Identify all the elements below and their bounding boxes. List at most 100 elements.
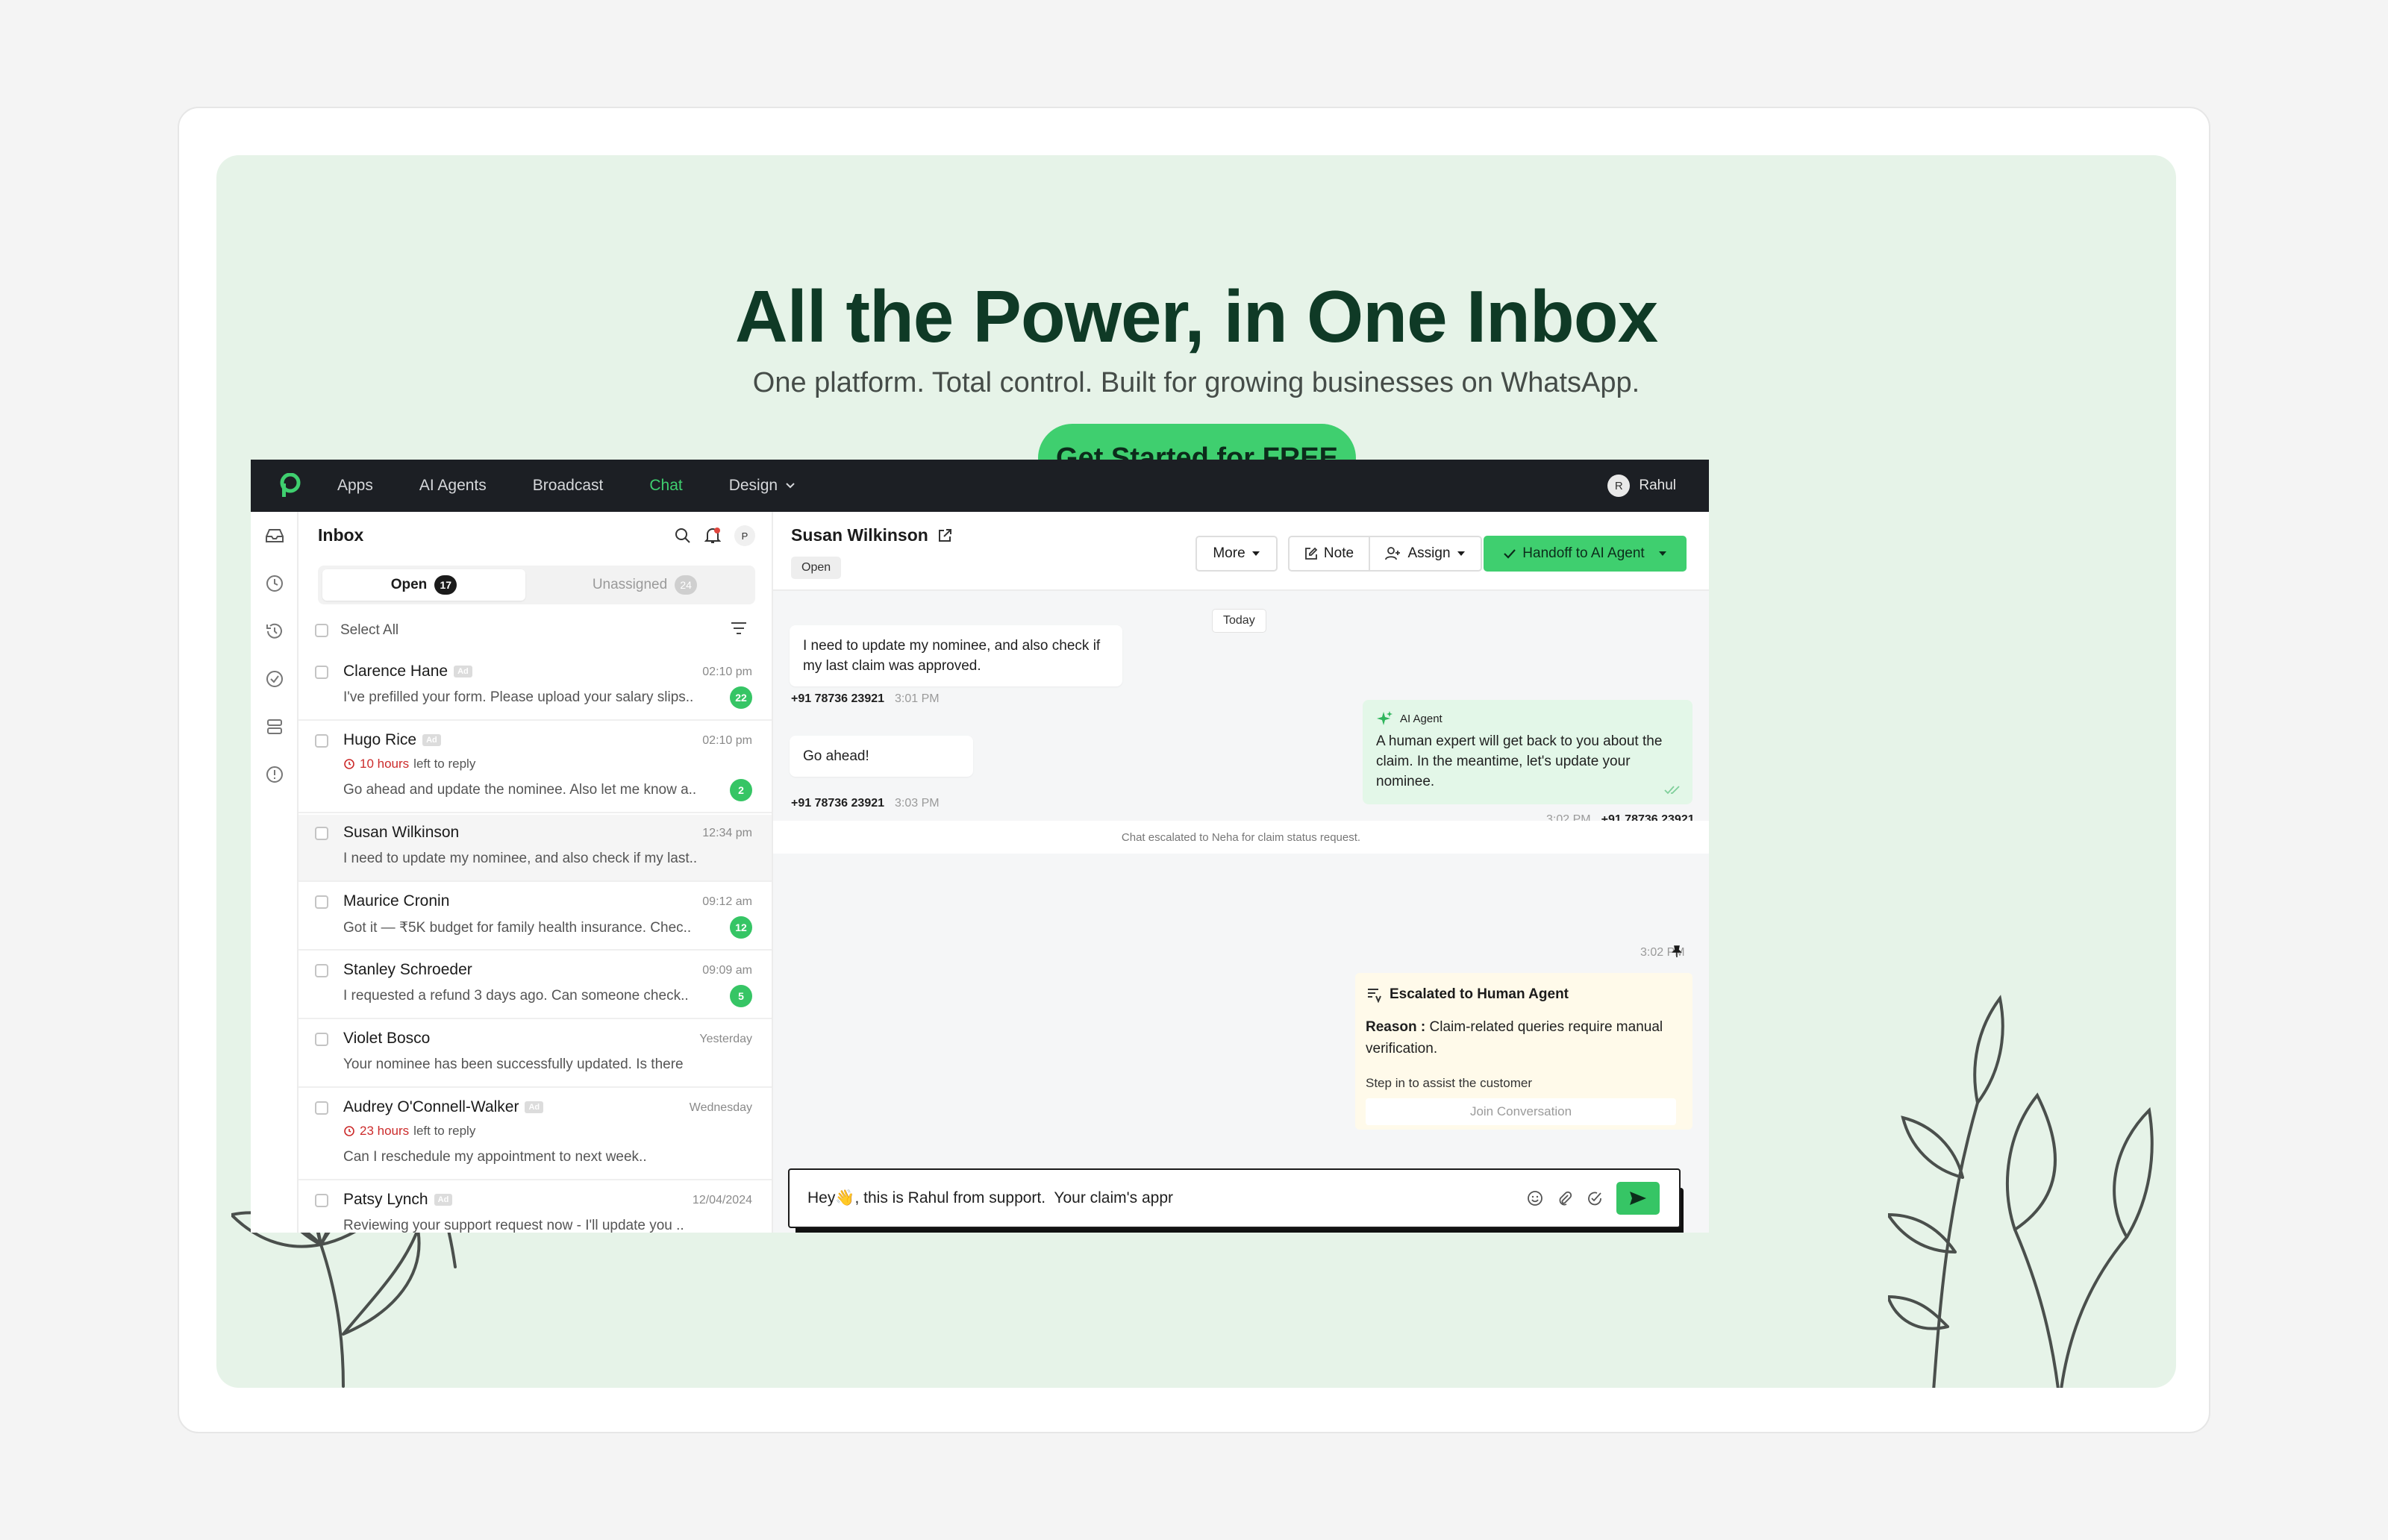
row-checkbox[interactable] xyxy=(315,666,328,679)
composer-input[interactable]: Hey👋, this is Rahul from support. Your c… xyxy=(807,1189,1173,1207)
escalation-title: Escalated to Human Agent xyxy=(1390,986,1569,1002)
handoff-to-ai-button[interactable]: Handoff to AI Agent xyxy=(1484,536,1687,572)
tab-unassigned[interactable]: Unassigned 24 xyxy=(543,569,746,601)
check-circle-icon[interactable] xyxy=(264,669,285,689)
assign-label: Assign xyxy=(1407,545,1451,561)
message-time: 12:34 pm xyxy=(702,827,752,839)
clock-icon[interactable] xyxy=(264,573,285,594)
search-icon[interactable] xyxy=(675,528,691,544)
nav-broadcast[interactable]: Broadcast xyxy=(533,477,604,495)
message-meta: +91 78736 23921 3:03 PM xyxy=(791,797,940,810)
conversation-row[interactable]: Clarence Hane Ad 02:10 pm I've prefilled … xyxy=(298,654,772,721)
ai-agent-label: AI Agent xyxy=(1376,710,1679,727)
contact-name: Audrey O'Connell-Walker xyxy=(343,1098,519,1115)
sla-hours: 23 hours xyxy=(360,1124,410,1138)
ai-message-text: A human expert will get back to you abou… xyxy=(1376,733,1663,789)
message-preview: Go ahead and update the nominee. Also le… xyxy=(343,782,697,798)
conversation-row[interactable]: Hugo Rice Ad 02:10 pm 10 hours left to re… xyxy=(298,722,772,813)
user-menu[interactable]: R Rahul xyxy=(1607,475,1676,497)
nav-ai-agents[interactable]: AI Agents xyxy=(419,477,487,495)
sidebar-rail xyxy=(251,512,298,1233)
history-icon[interactable] xyxy=(264,621,285,642)
row-checkbox[interactable] xyxy=(315,964,328,977)
inbox-icon[interactable] xyxy=(264,525,285,546)
message-timestamp: 3:03 PM xyxy=(895,797,940,810)
external-link-icon[interactable] xyxy=(937,528,952,543)
ai-sender-name: AI Agent xyxy=(1400,712,1443,725)
day-divider: Today xyxy=(1212,609,1266,633)
quick-reply-icon[interactable] xyxy=(1587,1190,1603,1206)
note-label: Note xyxy=(1323,545,1354,561)
row-checkbox[interactable] xyxy=(315,734,328,748)
chat-header: Susan Wilkinson Open More Note Assign Ha… xyxy=(773,512,1709,591)
sender-phone: +91 78736 23921 xyxy=(791,692,885,705)
select-all-checkbox[interactable] xyxy=(315,624,328,637)
filter-icon[interactable] xyxy=(730,621,748,636)
archive-icon[interactable] xyxy=(264,716,285,737)
right-plant-illustration xyxy=(1888,995,2154,1388)
contact-name: Susan Wilkinson xyxy=(343,824,460,841)
status-badge: Open xyxy=(791,557,842,579)
escalation-card: Escalated to Human Agent Reason : Claim-… xyxy=(1355,973,1692,1130)
tab-open[interactable]: Open 17 xyxy=(322,569,525,601)
alert-circle-icon[interactable] xyxy=(264,764,285,785)
nav-chat[interactable]: Chat xyxy=(649,477,682,495)
escalation-icon xyxy=(1368,989,1381,1003)
message-meta: +91 78736 23921 3:01 PM xyxy=(791,692,940,706)
more-label: More xyxy=(1213,545,1245,561)
row-checkbox[interactable] xyxy=(315,1033,328,1046)
more-button[interactable]: More xyxy=(1195,536,1278,572)
emoji-icon[interactable] xyxy=(1527,1190,1543,1206)
message-preview: Got it — ₹5K budget for family health in… xyxy=(343,920,692,936)
row-checkbox[interactable] xyxy=(315,1101,328,1115)
inbox-panel: Inbox P Open 17 Unassigned 24 Select All… xyxy=(298,512,773,1233)
nav-design[interactable]: Design xyxy=(729,477,796,495)
nav-apps[interactable]: Apps xyxy=(337,477,373,495)
read-ticks-icon xyxy=(1664,786,1680,795)
sparkle-icon xyxy=(1377,711,1393,725)
brand-logo-icon[interactable] xyxy=(279,473,301,498)
conversation-row[interactable]: Patsy Lynch Ad 12/04/2024 Reviewing your … xyxy=(298,1182,772,1233)
contact-name: Maurice Cronin xyxy=(343,892,450,910)
contact-name-wrap: Susan Wilkinson xyxy=(343,824,459,842)
send-button[interactable] xyxy=(1616,1182,1660,1215)
attachment-icon[interactable] xyxy=(1557,1190,1573,1206)
row-checkbox[interactable] xyxy=(315,1194,328,1207)
escalation-step: Step in to assist the customer xyxy=(1366,1076,1532,1090)
assign-user-icon xyxy=(1385,547,1401,560)
conversation-row-selected[interactable]: Susan Wilkinson 12:34 pm I need to updat… xyxy=(298,815,772,882)
top-navbar: Apps AI Agents Broadcast Chat Design R R… xyxy=(251,460,1709,512)
select-all-label: Select All xyxy=(340,622,399,638)
assign-button[interactable]: Assign xyxy=(1369,536,1482,572)
join-conversation-button[interactable]: Join Conversation xyxy=(1366,1098,1676,1125)
note-button[interactable]: Note xyxy=(1288,536,1370,572)
profile-badge[interactable]: P xyxy=(734,525,755,546)
conversation-row[interactable]: Violet Bosco Yesterday Your nominee has … xyxy=(298,1021,772,1088)
contact-name: Violet Bosco xyxy=(343,1030,431,1047)
notification-bell-icon[interactable] xyxy=(704,527,721,545)
message-composer[interactable]: Hey👋, this is Rahul from support. Your c… xyxy=(788,1168,1681,1228)
sla-suffix: left to reply xyxy=(413,1124,476,1138)
row-checkbox[interactable] xyxy=(315,895,328,909)
conversation-row[interactable]: Audrey O'Connell-Walker Ad Wednesday 23 h… xyxy=(298,1089,772,1180)
message-time: 12/04/2024 xyxy=(692,1194,752,1206)
tab-unassigned-label: Unassigned xyxy=(592,577,668,592)
avatar: R xyxy=(1607,475,1631,497)
escalation-title-row: Escalated to Human Agent xyxy=(1366,986,1682,1003)
chat-contact[interactable]: Susan Wilkinson xyxy=(791,525,952,545)
conversation-row[interactable]: Stanley Schroeder 09:09 am I requested a… xyxy=(298,952,772,1019)
select-all[interactable]: Select All xyxy=(315,622,398,639)
pin-icon[interactable] xyxy=(1670,945,1684,958)
nav-design-label: Design xyxy=(728,477,778,494)
ad-tag: Ad xyxy=(525,1101,544,1113)
inbox-toolbar: P xyxy=(675,525,755,546)
inbox-tabs: Open 17 Unassigned 24 xyxy=(318,566,755,604)
message-time: Yesterday xyxy=(699,1033,752,1045)
row-checkbox[interactable] xyxy=(315,827,328,840)
conversation-row[interactable]: Maurice Cronin 09:12 am Got it — ₹5K bud… xyxy=(298,883,772,951)
sender-phone: +91 78736 23921 xyxy=(791,797,885,810)
reply-sla: 23 hours left to reply xyxy=(343,1124,475,1139)
inbox-title: Inbox xyxy=(318,525,364,545)
ad-tag: Ad xyxy=(422,734,441,746)
ad-tag: Ad xyxy=(454,666,472,677)
